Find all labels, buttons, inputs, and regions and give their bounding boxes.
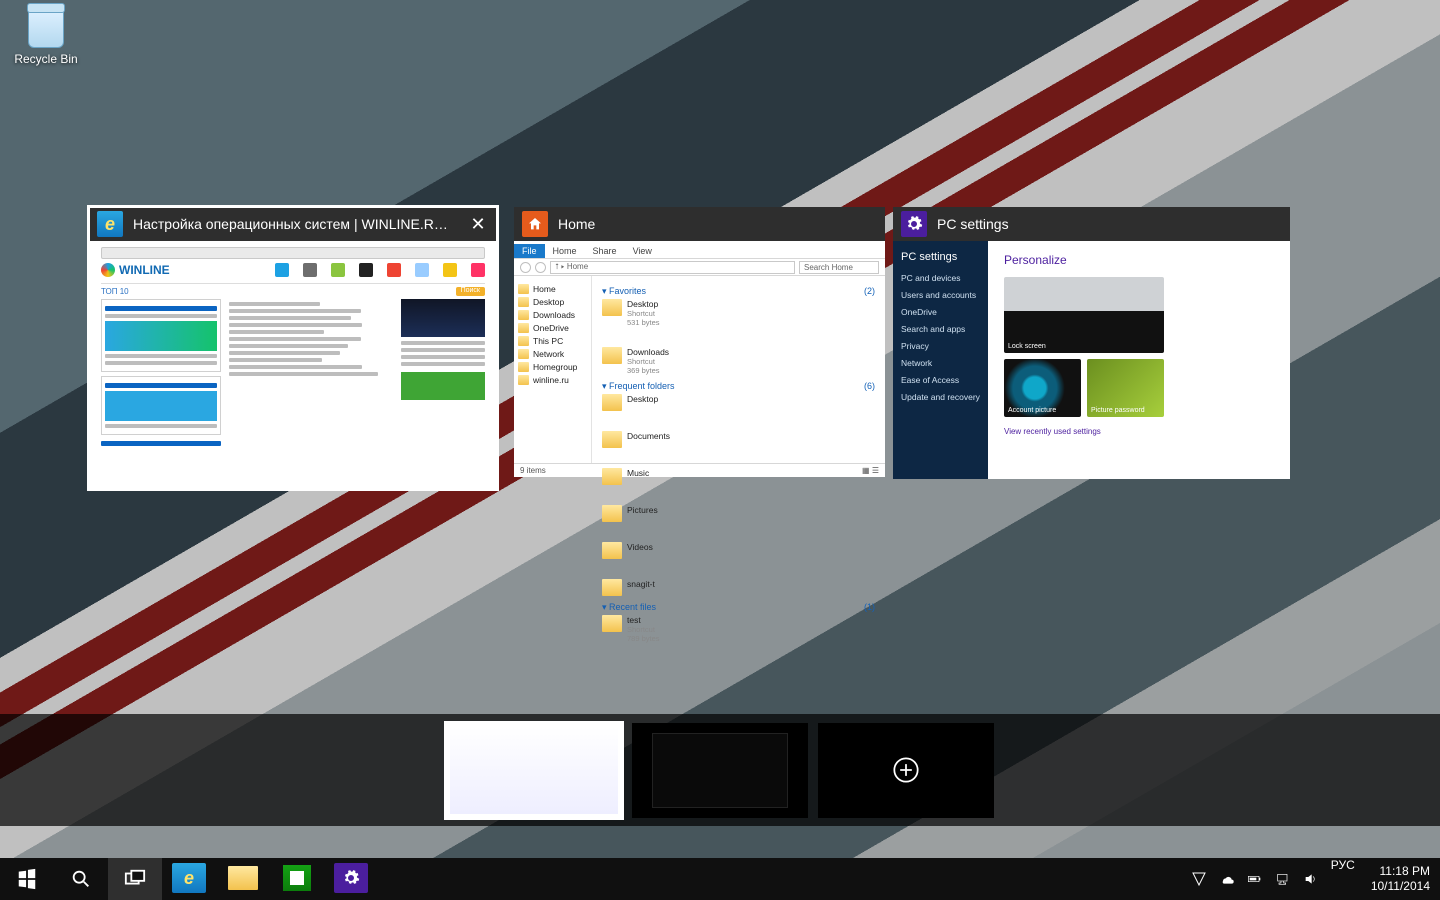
recycle-bin-label: Recycle Bin bbox=[11, 52, 81, 66]
search-button[interactable] bbox=[54, 858, 108, 900]
taskbar-clock[interactable]: 11:18 PM 10/11/2014 bbox=[1361, 858, 1440, 900]
window-preview: PC settings PC and devicesUsers and acco… bbox=[893, 241, 1290, 479]
battery-icon[interactable] bbox=[1247, 871, 1263, 887]
clock-time: 11:18 PM bbox=[1371, 864, 1430, 879]
task-view-button[interactable] bbox=[108, 858, 162, 900]
home-icon bbox=[522, 211, 548, 237]
virtual-desktop-2[interactable] bbox=[632, 723, 808, 818]
action-center-icon[interactable] bbox=[1191, 871, 1207, 887]
network-icon[interactable] bbox=[1275, 871, 1291, 887]
taskbar-app-file-explorer[interactable] bbox=[216, 858, 270, 900]
add-virtual-desktop[interactable] bbox=[818, 723, 994, 818]
recycle-bin-icon bbox=[28, 8, 64, 48]
language-indicator[interactable]: РУС bbox=[1325, 858, 1361, 900]
plus-icon bbox=[818, 723, 994, 818]
virtual-desktop-1[interactable] bbox=[446, 723, 622, 818]
start-button[interactable] bbox=[0, 858, 54, 900]
system-tray[interactable] bbox=[1185, 858, 1325, 900]
window-preview: WINLINE ТОП 10 Поиск bbox=[89, 241, 497, 489]
folder-icon bbox=[228, 866, 258, 890]
window-preview: FileHomeShareView ⭡ ▸ Home Search Home H… bbox=[514, 241, 885, 477]
clock-date: 10/11/2014 bbox=[1371, 879, 1430, 894]
gear-icon bbox=[334, 863, 368, 893]
close-icon[interactable]: ✕ bbox=[467, 214, 489, 235]
volume-icon[interactable] bbox=[1303, 871, 1319, 887]
window-title: Home bbox=[558, 216, 877, 232]
internet-explorer-icon: e bbox=[97, 211, 123, 237]
task-view-window-explorer[interactable]: Home FileHomeShareView ⭡ ▸ Home Search H… bbox=[514, 207, 885, 477]
store-icon bbox=[283, 865, 311, 891]
task-view-window-ie[interactable]: e Настройка операционных систем | WINLIN… bbox=[89, 207, 497, 489]
taskbar-app-ie[interactable]: e bbox=[162, 858, 216, 900]
window-title: Настройка операционных систем | WINLINE.… bbox=[133, 216, 457, 232]
internet-explorer-icon: e bbox=[172, 863, 206, 893]
window-title: PC settings bbox=[937, 216, 1282, 232]
virtual-desktop-strip bbox=[0, 714, 1440, 826]
taskbar: e РУС 11:18 PM 10/11/2014 bbox=[0, 858, 1440, 900]
recycle-bin[interactable]: Recycle Bin bbox=[11, 8, 81, 66]
gear-icon bbox=[901, 211, 927, 237]
onedrive-icon[interactable] bbox=[1219, 871, 1235, 887]
taskbar-app-settings[interactable] bbox=[324, 858, 378, 900]
task-view-window-settings[interactable]: PC settings PC settings PC and devicesUs… bbox=[893, 207, 1290, 479]
taskbar-app-store[interactable] bbox=[270, 858, 324, 900]
